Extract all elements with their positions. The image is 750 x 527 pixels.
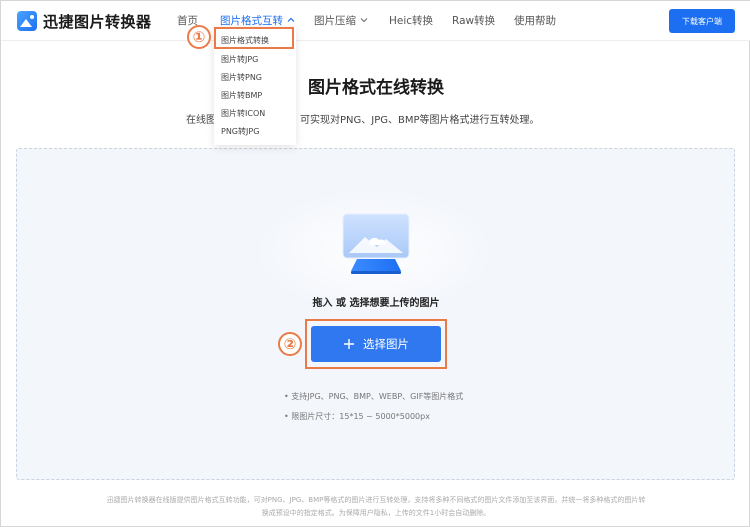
nav-heic[interactable]: Heic转换 [389,13,433,28]
select-image-label: 选择图片 [363,337,409,351]
step-badge-2: ② [278,332,302,356]
chevron-up-icon [287,17,295,22]
nav-raw[interactable]: Raw转换 [452,13,495,28]
size-limit-note: • 限图片尺寸：15*15 ~ 5000*5000px [284,412,430,421]
footer-line-1: 迅捷图片转换器在线版提供图片格式互转功能，可对PNG、JPG、BMP等格式的图片… [106,496,646,504]
nav-compress[interactable]: 图片压缩 [314,13,369,28]
top-header: 迅捷图片转换器 首页 图片格式互转 图片压缩 Heic转换 Raw转换 使用帮助… [1,1,750,41]
nav-format-convert-label: 图片格式互转 [220,15,283,27]
upload-image-icon [342,213,410,274]
step-badge-1: ① [187,25,211,49]
nav-format-convert[interactable]: 图片格式互转 [220,13,296,28]
subtitle-end: ，可实现对PNG、JPG、BMP等图片格式进行互转处理。 [290,115,540,126]
format-support-note: • 支持JPG、PNG、BMP、WEBP、GIF等图片格式 [284,392,464,401]
dropdown-item-to-bmp[interactable]: 图片转BMP [221,90,262,101]
drop-instruction: 拖入 或 选择想要上传的图片 [312,298,440,309]
subtitle-start: 在线图 [186,115,216,126]
footer-line-2: 换成预设中的指定格式。为保障用户隐私，上传的文件1小时会自动删除。 [261,509,491,517]
page-title: 图片格式在线转换 [308,78,444,98]
chevron-down-icon [360,18,368,23]
logo-icon [17,11,37,31]
plus-icon [344,339,354,349]
select-image-button[interactable]: 选择图片 [311,326,441,362]
download-client-button[interactable]: 下载客户端 [669,9,735,33]
dropdown-item-png-to-jpg[interactable]: PNG转JPG [221,126,259,137]
dropdown-item-to-png[interactable]: 图片转PNG [221,72,262,83]
nav-compress-label: 图片压缩 [314,15,356,27]
dropdown-item-to-icon[interactable]: 图片转ICON [221,108,265,119]
logo[interactable]: 迅捷图片转换器 [17,10,152,32]
logo-text: 迅捷图片转换器 [43,12,152,31]
dropdown-highlight-box [214,27,294,49]
nav-help[interactable]: 使用帮助 [514,13,556,28]
dropdown-item-to-jpg[interactable]: 图片转JPG [221,54,258,65]
